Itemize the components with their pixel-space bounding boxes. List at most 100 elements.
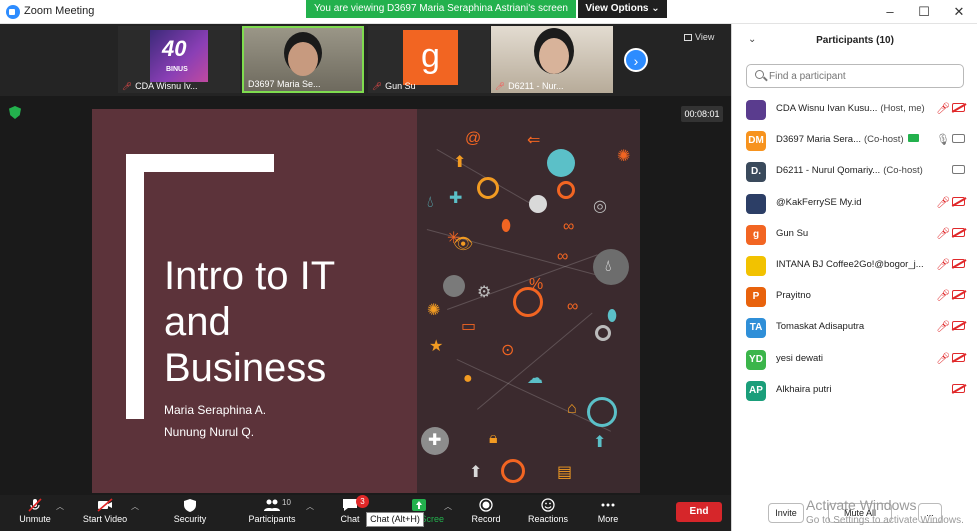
video-off-icon[interactable]: [952, 103, 965, 112]
close-icon[interactable]: ✕: [951, 4, 967, 20]
zoom-logo-icon: [6, 5, 20, 19]
video-off-icon[interactable]: [952, 352, 965, 362]
invite-button[interactable]: Invite: [768, 503, 804, 523]
chevron-down-icon: ⌄: [651, 3, 660, 14]
participant-name: Alkhaira putri: [776, 384, 831, 395]
participants-panel: ⌄ Participants (10) CDA Wisnu Ivan Kusu.…: [731, 24, 977, 531]
circle-icon: [443, 275, 465, 297]
at-icon: @: [465, 130, 482, 147]
video-off-icon[interactable]: [952, 258, 965, 268]
mic-muted-icon[interactable]: 🎤︎: [936, 102, 950, 115]
participant-name-text: Prayitno: [776, 290, 811, 302]
drop-icon: 💧︎: [605, 258, 612, 275]
gallery-strip: 40 BINUS 🎤︎ CDA Wisnu Iv... D3697 Maria S…: [0, 24, 731, 96]
video-icon[interactable]: [952, 134, 965, 144]
view-options-button[interactable]: View Options ⌄: [578, 0, 667, 18]
participant-row[interactable]: g Gun Su 🎤︎: [732, 219, 977, 250]
grid-icon: [684, 34, 692, 41]
more-button[interactable]: More: [588, 495, 628, 531]
participant-row[interactable]: DM D3697 Maria Sera... (Co-host) 🎙︎: [732, 125, 977, 156]
start-video-button[interactable]: Start Video: [80, 495, 130, 531]
share-screen-icon: [412, 499, 426, 511]
zoom-window: Zoom Meeting – ☐ ✕ You are viewing D3697…: [0, 0, 977, 531]
video-tile[interactable]: 40 BINUS 🎤︎ CDA Wisnu Iv...: [118, 26, 240, 93]
mic-muted-icon[interactable]: 🎤︎: [936, 320, 950, 333]
window-title: Zoom Meeting: [24, 5, 95, 17]
reactions-label: Reactions: [527, 514, 569, 524]
record-button[interactable]: Record: [464, 495, 508, 531]
video-off-icon[interactable]: [952, 227, 965, 237]
participant-name-text: D6211 - Nurul Qomariy...: [776, 165, 881, 177]
participant-row[interactable]: D. D6211 - Nurul Qomariy... (Co-host): [732, 156, 977, 187]
slide-title: Intro to IT and Business: [164, 254, 335, 390]
participants-options-caret-icon[interactable]: ︿: [306, 501, 314, 512]
participant-name: yesi dewati: [776, 353, 823, 364]
participant-list: CDA Wisnu Ivan Kusu... (Host, me) 🎤︎ DM D369…: [732, 94, 977, 406]
home-icon: ⌂: [567, 400, 577, 417]
plus-circle-icon: [529, 195, 547, 213]
mic-icon[interactable]: 🎙︎: [936, 133, 950, 146]
unmute-label: Unmute: [19, 514, 51, 524]
activate-windows-subtext: Go to Settings to activate Windows.: [806, 515, 964, 526]
mic-muted-icon: 🎤︎: [372, 82, 383, 91]
video-tile[interactable]: g 🎤︎ Gun Su: [368, 26, 490, 93]
more-label: More: [597, 514, 619, 524]
security-button[interactable]: Security: [168, 495, 212, 531]
view-button[interactable]: View: [684, 32, 714, 42]
film-icon: ▤: [557, 464, 573, 481]
participant-search[interactable]: [746, 64, 964, 88]
mic-muted-icon[interactable]: 🎤︎: [936, 196, 950, 209]
maximize-icon[interactable]: ☐: [916, 4, 932, 20]
video-options-caret-icon[interactable]: ︿: [131, 501, 139, 512]
participant-row[interactable]: AP Alkhaira putri: [732, 375, 977, 406]
share-options-caret-icon[interactable]: ︿: [444, 501, 452, 512]
video-off-icon[interactable]: [952, 383, 965, 393]
participant-name-text: Gun Su: [776, 227, 809, 239]
reactions-button[interactable]: Reactions: [524, 495, 572, 531]
avatar: [746, 100, 766, 120]
video-off-icon: [97, 498, 113, 512]
avatar: AP: [746, 380, 766, 401]
participants-label: Participants: [248, 514, 296, 524]
participant-row[interactable]: @KakFerrySE My.id 🎤︎: [732, 188, 977, 219]
avatar: YD: [746, 349, 766, 370]
video-tile[interactable]: 🎤︎ D6211 - Nur...: [491, 26, 613, 93]
gear-icon: [501, 459, 525, 483]
participant-row[interactable]: INTANA BJ Coffee2Go!@bogor_j... 🎤︎: [732, 250, 977, 281]
gear-icon: ✺: [427, 302, 441, 319]
participant-name-text: INTANA BJ Coffee2Go!@bogor_j...: [776, 258, 924, 270]
meeting-timer: 00:08:01: [681, 106, 723, 122]
participant-name-text: CDA Wisnu Ivan Kusu...: [776, 103, 878, 114]
binus-logo: 40 BINUS: [150, 30, 208, 82]
view-label: View: [695, 32, 715, 42]
participant-row[interactable]: CDA Wisnu Ivan Kusu... (Host, me) 🎤︎: [732, 94, 977, 125]
tile-name-text: CDA Wisnu Iv...: [135, 81, 198, 91]
infinity-icon: ∞: [557, 248, 569, 265]
unmute-button[interactable]: Unmute: [12, 495, 58, 531]
participants-count: 10: [282, 498, 291, 507]
participant-row[interactable]: TA Tomaskat Adisaputra 🎤︎: [732, 312, 977, 343]
video-off-icon[interactable]: [952, 290, 965, 300]
audio-options-caret-icon[interactable]: ︿: [56, 501, 64, 512]
mic-muted-icon[interactable]: 🎤︎: [936, 227, 950, 240]
participant-row[interactable]: P Prayitno 🎤︎: [732, 281, 977, 312]
shared-slide: Intro to IT and Business Maria Seraphina…: [92, 109, 640, 493]
encryption-shield-icon[interactable]: [9, 106, 21, 119]
participant-row[interactable]: YD yesi dewati 🎤︎: [732, 344, 977, 375]
video-tile-active-speaker[interactable]: D3697 Maria Se...: [242, 26, 364, 93]
screen-sharing-icon: [907, 134, 919, 143]
mic-muted-icon[interactable]: 🎤︎: [936, 289, 950, 302]
end-meeting-button[interactable]: End: [676, 502, 722, 522]
chat-tooltip: Chat (Alt+H): [366, 512, 424, 527]
next-page-button[interactable]: ›: [624, 48, 648, 72]
mic-muted-icon[interactable]: 🎤︎: [936, 352, 950, 365]
video-off-icon[interactable]: [952, 321, 965, 331]
mic-muted-icon[interactable]: 🎤︎: [936, 258, 950, 271]
participants-button[interactable]: Participants 10: [244, 495, 300, 531]
tile-name: D3697 Maria Se...: [248, 79, 321, 89]
minimize-icon[interactable]: –: [882, 4, 898, 19]
video-off-icon[interactable]: [952, 196, 965, 206]
tile-name-text: D6211 - Nur...: [508, 81, 564, 91]
participant-search-input[interactable]: [769, 68, 959, 84]
video-icon[interactable]: [952, 165, 965, 175]
